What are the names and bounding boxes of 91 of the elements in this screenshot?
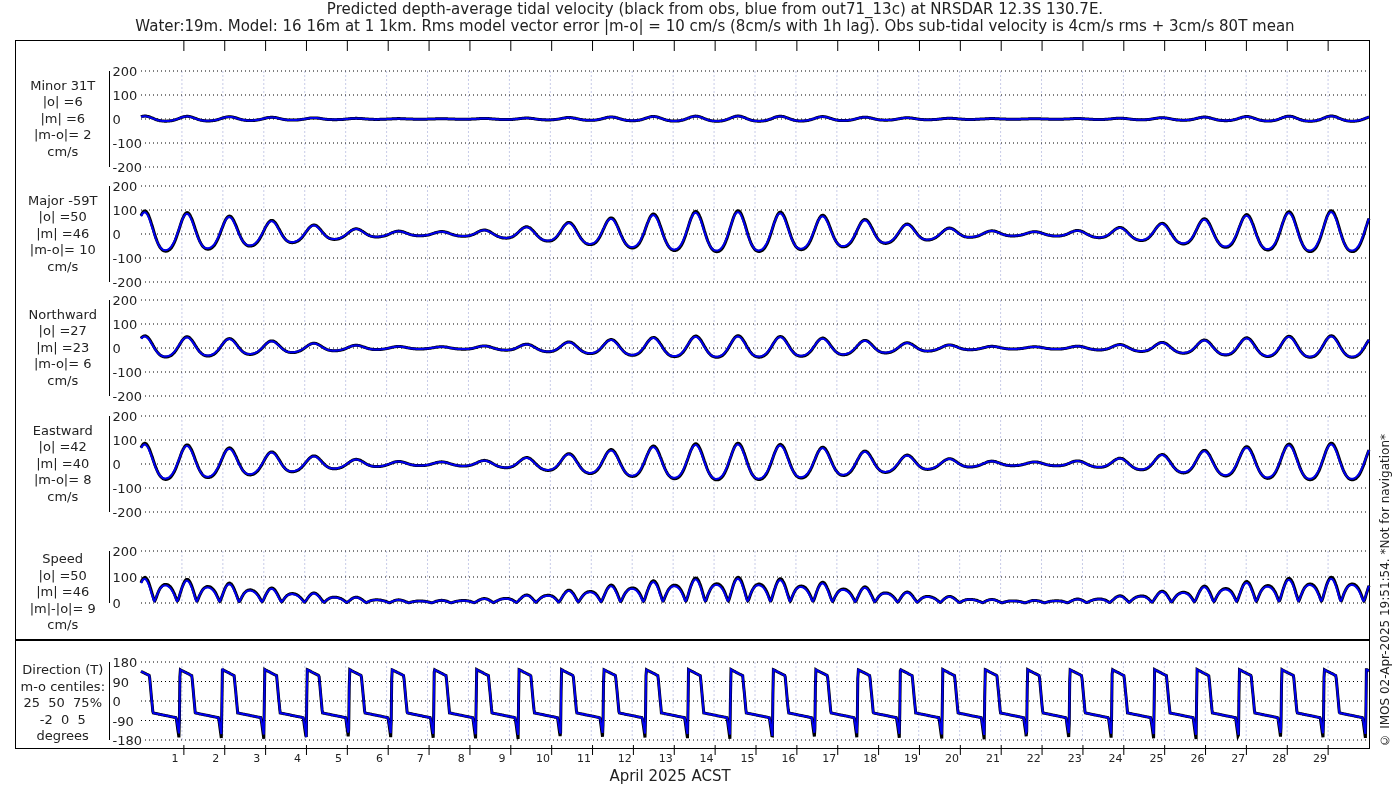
panel-label-line: |o| =50 (38, 567, 87, 584)
x-tick-label: 8 (457, 753, 465, 764)
x-tick-label: 15 (740, 753, 755, 764)
panel-label-line: Speed (42, 551, 84, 568)
y-tick-label: 0 (112, 694, 121, 708)
x-tick-label: 4 (294, 753, 302, 764)
x-tick-label: 22 (1026, 753, 1041, 764)
y-tick-label: -90 (112, 714, 134, 727)
y-tick-label: 100 (112, 88, 138, 102)
x-tick-label: 2 (212, 753, 220, 764)
y-tick-label: 200 (112, 179, 138, 193)
y-tick-label: 100 (112, 433, 138, 447)
y-tick-label: 90 (112, 675, 130, 688)
x-tick-label: 5 (335, 753, 342, 764)
chart-title: Water:19m. Model: 16 16m at 1 1km. Rms model vector error |m-o| = 10 cm/s (8cm/s with 1h lag). Obs sub-tidal velocity is 4cm/s rms + 3cm/s 80T mean (135, 18, 1295, 35)
x-tick-label: 9 (498, 753, 506, 764)
y-tick-label: 100 (112, 203, 138, 217)
panel-label-line: Eastward (32, 422, 93, 440)
panel-label-line: |m| =40 (36, 455, 90, 473)
panel-label-line: Minor 31T (30, 77, 96, 95)
panel-label-line: |m|-|o|= 9 (29, 600, 96, 617)
x-tick-label: 25 (1149, 753, 1164, 764)
x-tick-label: 3 (253, 753, 261, 764)
x-tick-label: 23 (1067, 753, 1082, 764)
x-axis-label: April 2025 ACST (609, 769, 731, 784)
panel-label-line: |m-o|= 10 (29, 242, 96, 259)
panel-label-line: Northward (28, 306, 97, 324)
panel-label-line: |o| =42 (38, 439, 87, 456)
x-tick-label: 17 (822, 753, 837, 764)
panel-label-line: cm/s (47, 143, 79, 161)
x-tick-label: 24 (1108, 753, 1123, 764)
y-tick-label: 100 (112, 317, 138, 331)
x-tick-label: 14 (699, 753, 714, 764)
panel-label-line: 25 50 75% (23, 695, 102, 712)
y-tick-label: -200 (112, 160, 142, 174)
x-tick-label: 21 (985, 753, 1000, 764)
x-tick-label: 28 (1272, 753, 1287, 764)
panel-label-line: |m| =6 (40, 110, 86, 128)
panel-label-line: cm/s (47, 617, 79, 634)
panel-label-line: |o| =6 (42, 94, 83, 111)
y-tick-label: -100 (112, 365, 142, 379)
panel-label-line: Major -59T (28, 192, 98, 210)
x-tick-label: 1 (171, 753, 179, 764)
y-tick-label: 100 (112, 570, 138, 584)
panel-label-line: |m| =46 (36, 584, 90, 601)
panel-label-line: |m-o|= 8 (33, 472, 92, 489)
panel-label-line: |m-o|= 6 (33, 356, 92, 373)
x-tick-label: 20 (945, 753, 959, 764)
y-tick-label: -200 (112, 505, 142, 519)
x-tick-label: 18 (863, 753, 878, 764)
x-tick-label: 11 (576, 753, 591, 764)
panel-label-line: -2 0 5 (39, 711, 86, 728)
y-tick-label: 0 (112, 112, 121, 126)
y-tick-label: 0 (112, 457, 121, 471)
x-tick-label: 12 (617, 753, 632, 764)
y-tick-label: -100 (112, 136, 142, 150)
panel-label-line: |m| =23 (36, 339, 90, 357)
y-tick-label: -100 (112, 251, 142, 265)
panel-label-line: |m-o|= 2 (33, 127, 92, 144)
panel-label-line: Direction (T) (22, 662, 104, 679)
y-tick-label: -200 (112, 389, 142, 403)
panel-label-line: cm/s (47, 258, 79, 276)
y-tick-label: 200 (112, 409, 138, 423)
y-tick-label: -180 (112, 733, 142, 747)
x-tick-label: 6 (375, 753, 383, 764)
x-tick-label: 7 (416, 753, 424, 764)
panel-label-line: cm/s (47, 488, 79, 506)
copyright-notice: © IMOS 02-Apr-2025 19:51:54. *Not for navigation* (1377, 434, 1393, 747)
y-tick-label: 200 (112, 544, 138, 558)
x-tick-label: 26 (1190, 753, 1205, 764)
panel-label-line: |m| =46 (36, 225, 90, 243)
chart-title: Predicted depth-average tidal velocity (black from obs, blue from out71_13c) at NRSDAR 12.3S 130.7E. (326, 1, 1104, 18)
x-tick-label: 27 (1231, 753, 1246, 764)
x-tick-label: 19 (904, 753, 919, 764)
y-tick-label: 0 (112, 341, 121, 355)
x-tick-label: 29 (1313, 753, 1328, 764)
panel-label-line: m-o centiles: (20, 678, 105, 695)
y-tick-label: 180 (112, 655, 138, 669)
x-tick-label: 16 (781, 753, 796, 764)
x-tick-label: 10 (536, 753, 550, 764)
panel-label-line: |o| =50 (38, 209, 87, 226)
y-tick-label: 200 (112, 293, 138, 307)
panel-label-line: degrees (36, 728, 89, 745)
y-tick-label: 200 (112, 64, 138, 78)
y-tick-label: 0 (112, 227, 121, 241)
y-tick-label: 0 (112, 596, 121, 610)
panel-label-line: |o| =27 (38, 323, 87, 340)
x-tick-label: 13 (658, 753, 673, 764)
y-tick-label: -200 (112, 275, 142, 289)
y-tick-label: -100 (112, 481, 142, 495)
panel-label-line: cm/s (47, 372, 79, 390)
